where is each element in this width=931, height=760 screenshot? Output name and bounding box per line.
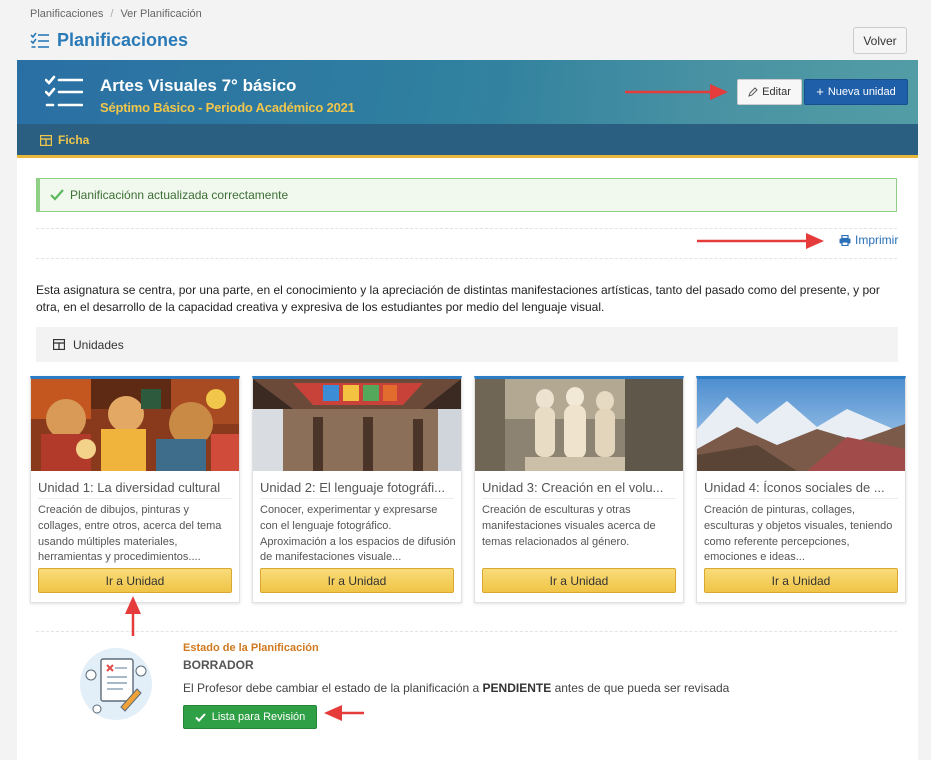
unit-title: Unidad 2: El lenguaje fotográfi... — [260, 480, 446, 495]
state-message-before: El Profesor debe cambiar el estado de la… — [183, 681, 480, 695]
breadcrumb: Planificaciones / Ver Planificación — [30, 8, 202, 20]
edit-button[interactable]: Editar — [737, 79, 802, 105]
go-to-unit-button[interactable]: Ir a Unidad — [704, 568, 898, 593]
plus-icon: + — [816, 84, 824, 99]
print-link[interactable]: Imprimir — [839, 233, 898, 247]
planning-card: Artes Visuales 7° básico Séptimo Básico … — [17, 60, 918, 760]
list-check-icon — [30, 32, 49, 48]
new-unit-button-label: Nueva unidad — [827, 86, 896, 98]
unit-description: Creación de esculturas y otras manifesta… — [482, 504, 656, 548]
table-icon — [40, 134, 52, 146]
state-message-bold: PENDIENTE — [482, 681, 552, 695]
units-header: Unidades — [36, 327, 898, 362]
breadcrumb-separator: / — [110, 8, 114, 20]
go-to-unit-button[interactable]: Ir a Unidad — [260, 568, 454, 593]
subject-description: Esta asignatura se centra, por una parte… — [36, 283, 880, 314]
state-message: El Profesor debe cambiar el estado de la… — [183, 681, 729, 695]
unit-divider — [704, 498, 898, 499]
unit-divider — [260, 498, 454, 499]
printer-icon — [839, 234, 851, 246]
unit-card: Unidad 3: Creación en el volu... Creació… — [474, 376, 684, 603]
document-illustration-icon — [80, 648, 152, 720]
unit-description: Creación de pinturas, collages, escultur… — [704, 504, 893, 564]
new-unit-button[interactable]: + Nueva unidad — [804, 79, 908, 105]
divider — [36, 228, 897, 229]
back-button[interactable]: Volver — [853, 27, 907, 54]
check-icon — [50, 189, 64, 201]
planning-tabs: Ficha — [17, 124, 918, 158]
state-message-after: antes de que pueda ser revisada — [554, 681, 730, 695]
alert-message: Planificaciónn actualizada correctamente — [70, 188, 289, 202]
unit-card: Unidad 2: El lenguaje fotográfi... Conoc… — [252, 376, 462, 603]
table-icon — [53, 339, 65, 350]
breadcrumb-item-planificaciones[interactable]: Planificaciones — [30, 8, 103, 20]
unit-image-mural — [31, 379, 239, 471]
unit-card: Unidad 4: Íconos sociales de ... Creació… — [696, 376, 906, 603]
go-to-unit-button[interactable]: Ir a Unidad — [38, 568, 232, 593]
page-title-row: Planificaciones — [30, 30, 188, 51]
unit-image-building — [253, 379, 461, 471]
planning-title: Artes Visuales 7° básico — [100, 76, 297, 95]
unit-title: Unidad 3: Creación en el volu... — [482, 480, 664, 495]
unit-description: Creación de dibujos, pinturas y collages… — [38, 504, 222, 564]
unit-description: Conocer, experimentar y expresarse con e… — [260, 504, 456, 564]
unit-title: Unidad 1: La diversidad cultural — [38, 480, 221, 495]
ready-for-review-label: Lista para Revisión — [211, 711, 306, 723]
print-label: Imprimir — [855, 233, 899, 247]
unit-divider — [482, 498, 676, 499]
tab-ficha[interactable]: Ficha — [40, 133, 89, 147]
planning-header: Artes Visuales 7° básico Séptimo Básico … — [17, 60, 918, 124]
breadcrumb-item-ver-planificacion: Ver Planificación — [120, 8, 202, 20]
units-header-label: Unidades — [73, 337, 124, 352]
tab-ficha-label: Ficha — [58, 133, 90, 147]
unit-image-mountains — [697, 379, 905, 471]
list-check-icon — [45, 75, 83, 107]
divider — [36, 258, 897, 259]
divider — [36, 631, 897, 632]
planning-subtitle: Séptimo Básico - Periodo Académico 2021 — [100, 100, 355, 115]
state-value: BORRADOR — [183, 658, 254, 672]
page-title: Planificaciones — [57, 30, 189, 50]
unit-image-sculpture — [475, 379, 683, 471]
check-icon — [195, 712, 206, 722]
unit-title: Unidad 4: Íconos sociales de ... — [704, 480, 885, 495]
pencil-icon — [748, 87, 758, 97]
ready-for-review-button[interactable]: Lista para Revisión — [183, 705, 317, 729]
unit-divider — [38, 498, 232, 499]
unit-card: Unidad 1: La diversidad cultural Creació… — [30, 376, 240, 603]
go-to-unit-button[interactable]: Ir a Unidad — [482, 568, 676, 593]
success-alert: Planificaciónn actualizada correctamente — [36, 178, 897, 212]
state-label: Estado de la Planificación — [183, 642, 319, 654]
edit-button-label: Editar — [762, 86, 791, 98]
